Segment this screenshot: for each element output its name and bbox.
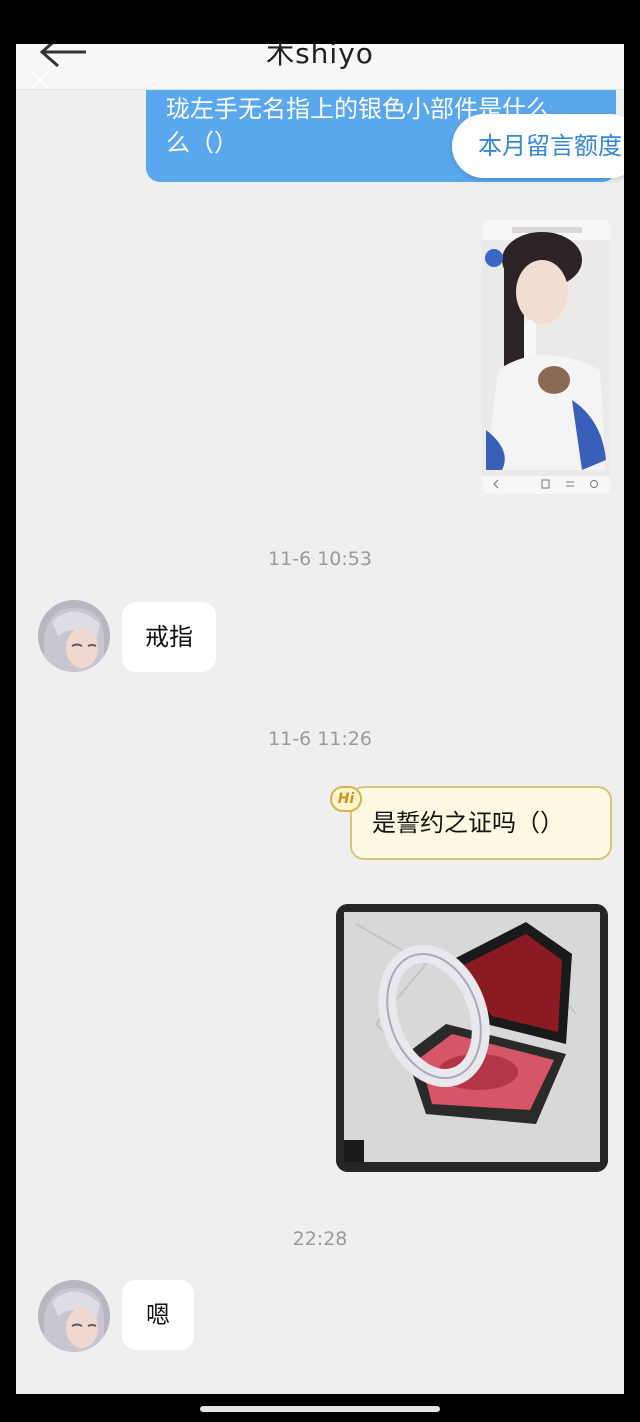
incoming-message-bubble[interactable]: 嗯 <box>122 1280 194 1350</box>
message-quota-button[interactable]: 本月留言额度 <box>452 114 624 178</box>
hi-badge: Hi <box>330 786 362 812</box>
ring-box-image[interactable] <box>336 904 608 1172</box>
avatar[interactable] <box>38 600 110 672</box>
message-timestamp: 11-6 11:26 <box>268 728 372 750</box>
home-indicator[interactable] <box>200 1406 440 1412</box>
outgoing-message-bubble[interactable]: 是誓约之证吗（） <box>350 786 612 860</box>
message-timestamp: 11-6 10:53 <box>268 548 372 570</box>
incoming-message-bubble[interactable]: 戒指 <box>122 602 216 672</box>
chat-header: 木shiyo <box>16 44 624 90</box>
shared-screenshot-image[interactable] <box>482 220 610 494</box>
chat-title: 木shiyo <box>266 44 374 70</box>
close-icon[interactable] <box>28 68 52 92</box>
avatar[interactable] <box>38 1280 110 1352</box>
chat-screen: 木shiyo 珑左手无名指上的银色小部件是什么 么（） 本月留言额度 11-6 … <box>16 44 624 1394</box>
message-timestamp: 22:28 <box>292 1228 348 1250</box>
